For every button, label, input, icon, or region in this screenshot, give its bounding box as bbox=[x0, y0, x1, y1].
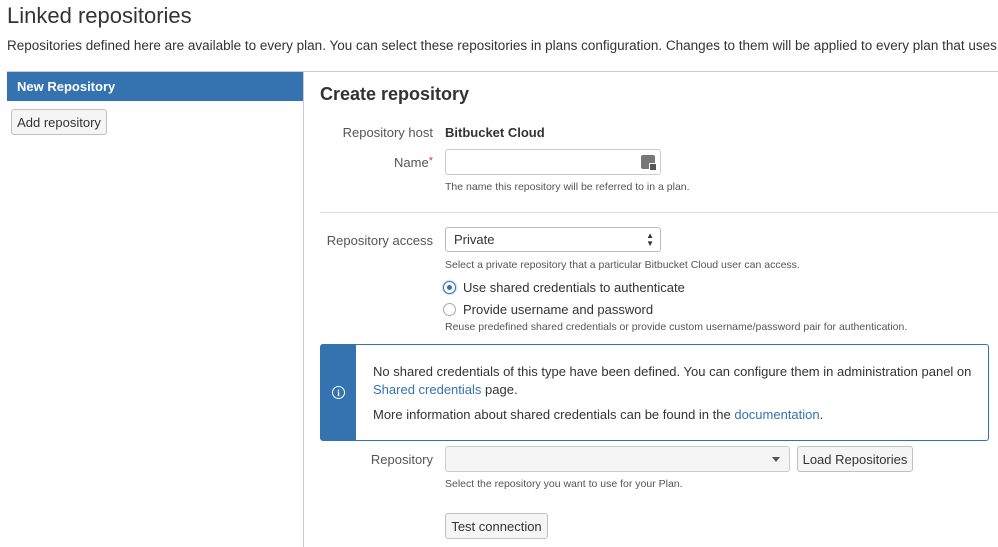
name-help-text: The name this repository will be referre… bbox=[445, 181, 690, 193]
repository-access-value: Private bbox=[454, 232, 495, 247]
repository-select[interactable] bbox=[445, 446, 790, 472]
radio-shared-label[interactable]: Use shared credentials to authenticate bbox=[463, 280, 685, 295]
info-line-2-text: More information about shared credential… bbox=[373, 407, 735, 422]
radio-shared-credentials[interactable]: Use shared credentials to authenticate bbox=[443, 280, 685, 295]
name-label-text: Name bbox=[394, 155, 429, 170]
radio-username-password[interactable]: Provide username and password bbox=[443, 302, 653, 317]
radio-button-checked[interactable] bbox=[443, 281, 456, 294]
shared-credentials-link[interactable]: Shared credentials bbox=[373, 382, 481, 397]
repository-access-label: Repository access bbox=[326, 233, 433, 248]
repository-access-select[interactable]: Private ▲ ▼ bbox=[445, 227, 661, 252]
info-message: i No shared credentials of this type hav… bbox=[320, 344, 989, 441]
info-message-text: No shared credentials of this type have … bbox=[373, 363, 973, 424]
info-line-1: No shared credentials of this type have … bbox=[373, 363, 973, 398]
info-icon: i bbox=[332, 386, 345, 399]
name-input[interactable] bbox=[445, 149, 661, 175]
info-stripe: i bbox=[321, 345, 356, 440]
info-line-1-tail: page. bbox=[481, 381, 518, 397]
info-line-2-tail: . bbox=[819, 407, 824, 422]
page-title: Linked repositories bbox=[7, 3, 192, 28]
add-repository-button[interactable]: Add repository bbox=[11, 109, 107, 135]
auth-help-text: Reuse predefined shared credentials or p… bbox=[445, 321, 908, 333]
repository-access-help: Select a private repository that a parti… bbox=[445, 259, 800, 271]
documentation-link[interactable]: documentation bbox=[734, 407, 819, 422]
form-title: Create repository bbox=[320, 84, 470, 104]
page-description: Repositories defined here are available … bbox=[7, 38, 998, 53]
chevron-down-icon bbox=[772, 457, 780, 462]
sidebar-item-new-repository[interactable]: New Repository bbox=[7, 72, 303, 101]
repository-help-text: Select the repository you want to use fo… bbox=[445, 478, 683, 490]
name-label: Name* bbox=[313, 155, 433, 170]
info-line-2: More information about shared credential… bbox=[373, 406, 973, 424]
repository-host-label: Repository host bbox=[342, 125, 433, 140]
info-line-1-text: No shared credentials of this type have … bbox=[373, 364, 972, 379]
required-mark: * bbox=[428, 155, 433, 167]
test-connection-button[interactable]: Test connection bbox=[445, 513, 548, 539]
password-manager-icon[interactable] bbox=[641, 155, 657, 171]
radio-userpass-label[interactable]: Provide username and password bbox=[463, 302, 653, 317]
section-divider bbox=[320, 212, 998, 213]
repository-host-value: Bitbucket Cloud bbox=[445, 125, 545, 140]
load-repositories-button[interactable]: Load Repositories bbox=[797, 446, 913, 472]
select-arrows-icon: ▲ ▼ bbox=[646, 231, 654, 248]
radio-button-unchecked[interactable] bbox=[443, 303, 456, 316]
sidebar-divider bbox=[303, 72, 304, 547]
repository-label: Repository bbox=[370, 452, 433, 467]
